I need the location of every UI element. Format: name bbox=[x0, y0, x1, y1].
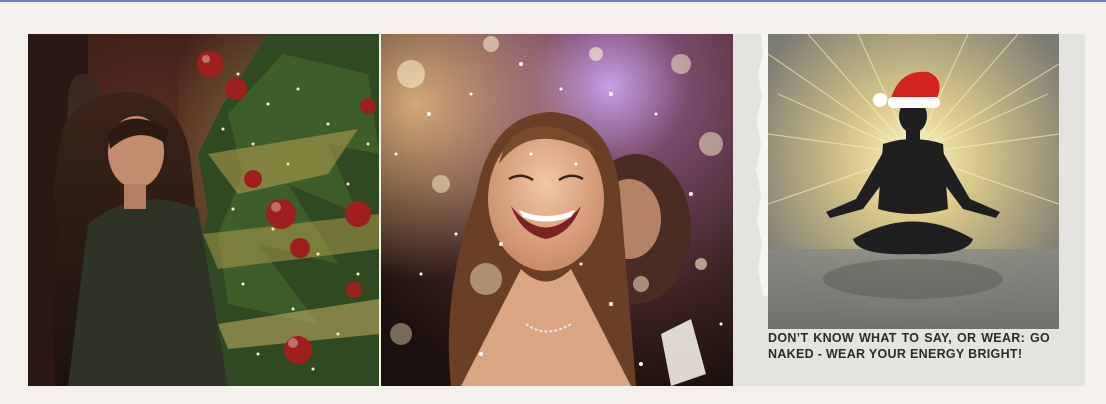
quote-card: DON’T KNOW WHAT TO SAY, OR WEAR: GO NAKE… bbox=[733, 34, 1085, 386]
image-meditating-silhouette bbox=[768, 34, 1059, 329]
image-christmas-tree-woman bbox=[28, 34, 379, 386]
top-accent-bar bbox=[0, 0, 1106, 2]
image-laughing-woman-party bbox=[381, 34, 733, 386]
quote-caption: DON’T KNOW WHAT TO SAY, OR WEAR: GO NAKE… bbox=[768, 331, 1050, 361]
